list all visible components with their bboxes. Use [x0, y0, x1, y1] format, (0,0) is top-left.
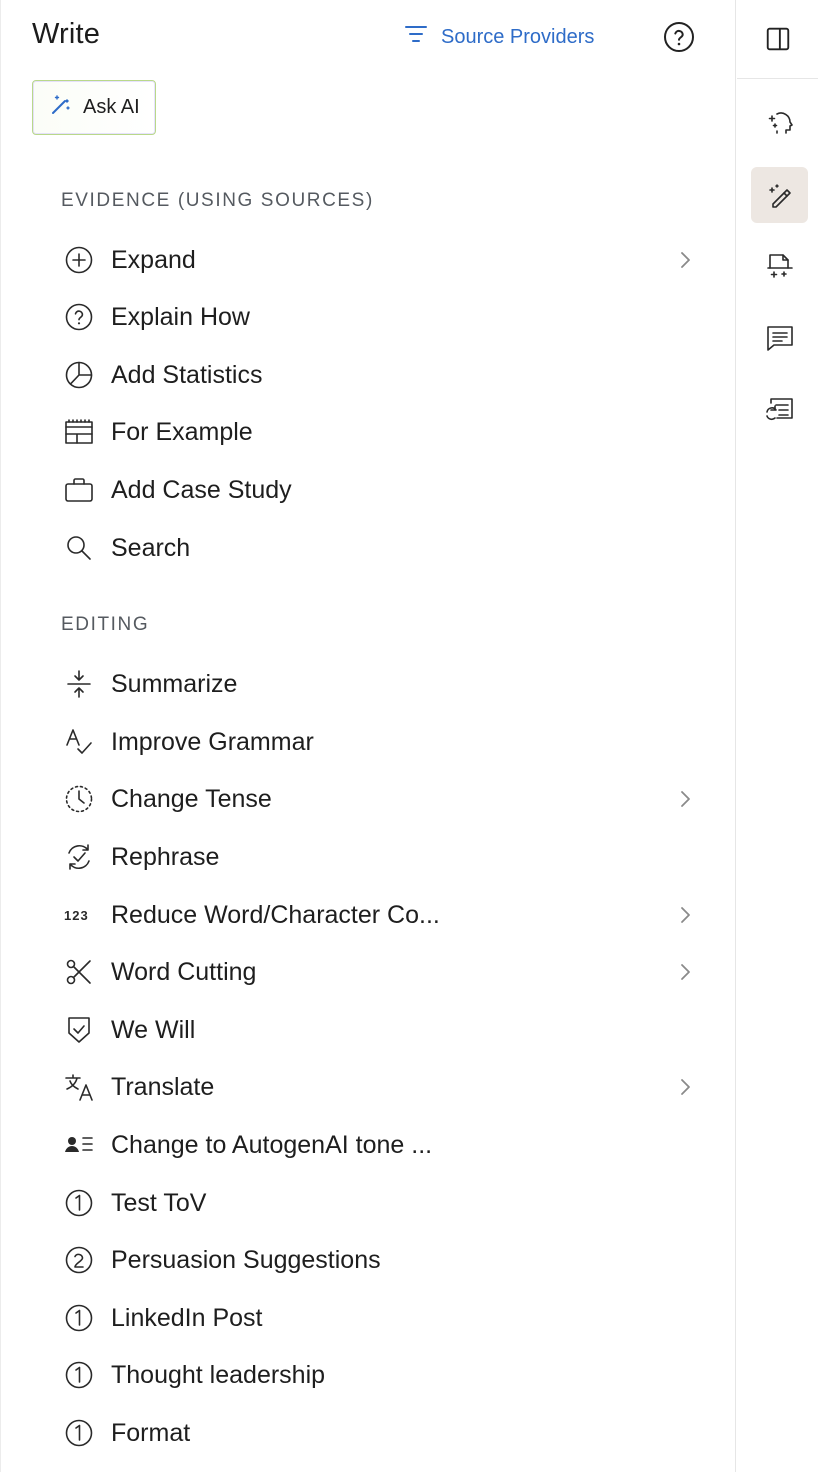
rephrase-icon [63, 841, 95, 873]
briefcase-icon [63, 474, 95, 506]
question-circle-icon [63, 301, 95, 333]
menu-item-for-example[interactable]: For Example [57, 407, 713, 457]
magic-pen-icon [768, 184, 791, 208]
toggle-sidebar-button[interactable] [737, 0, 818, 79]
menu-item-label: Rephrase [111, 842, 220, 871]
magic-wand-icon [49, 93, 73, 123]
panel-header: Write Source Providers [1, 0, 737, 76]
menu-item-add-case-study[interactable]: Add Case Study [57, 465, 713, 515]
pie-chart-icon [63, 359, 95, 391]
svg-text:123: 123 [64, 908, 89, 923]
number-1-circle-icon [63, 1187, 95, 1219]
menu-item-label: Expand [111, 245, 196, 274]
chevron-right-icon [673, 960, 697, 984]
numbers-icon: 123 [63, 899, 95, 931]
menu-item-label: Thought leadership [111, 1360, 326, 1389]
evidence-section-title: EVIDENCE (USING SOURCES) [61, 190, 374, 211]
menu-item-label: Test ToV [111, 1188, 207, 1217]
menu-item-change-tone[interactable]: Change to AutogenAI tone ... [57, 1120, 713, 1170]
number-1-circle-icon [63, 1302, 95, 1334]
source-providers-label: Source Providers [441, 25, 595, 48]
chevron-right-icon [673, 903, 697, 927]
menu-item-label: Explain How [111, 302, 250, 331]
editing-section-title: EDITING [61, 614, 150, 635]
scissors-icon [63, 956, 95, 988]
menu-item-add-statistics[interactable]: Add Statistics [57, 350, 713, 400]
menu-item-expand[interactable]: Expand [57, 235, 713, 285]
shield-check-icon [63, 1014, 95, 1046]
menu-item-search[interactable]: Search [57, 523, 713, 573]
rail-document-ai-button[interactable] [751, 238, 808, 294]
menu-item-thought-leadership[interactable]: Thought leadership [57, 1350, 713, 1400]
menu-item-label: LinkedIn Post [111, 1303, 263, 1332]
rail-ai-assistant-button[interactable] [751, 95, 808, 151]
menu-item-label: Word Cutting [111, 957, 257, 986]
help-button[interactable] [663, 21, 695, 53]
menu-item-label: Reduce Word/Character Co... [111, 900, 440, 929]
number-1-circle-icon [63, 1359, 95, 1391]
menu-item-label: Translate [111, 1072, 215, 1101]
menu-item-label: We Will [111, 1015, 196, 1044]
search-icon [63, 532, 95, 564]
menu-item-change-tense[interactable]: Change Tense [57, 774, 713, 824]
menu-item-label: Persuasion Suggestions [111, 1245, 381, 1274]
menu-item-linkedin-post[interactable]: LinkedIn Post [57, 1293, 713, 1343]
menu-item-format[interactable]: Format [57, 1408, 713, 1458]
menu-item-label: Summarize [111, 669, 238, 698]
menu-item-persuasion-suggestions[interactable]: Persuasion Suggestions [57, 1235, 713, 1285]
chevron-right-icon [673, 787, 697, 811]
compress-icon [63, 668, 95, 700]
menu-item-label: For Example [111, 417, 253, 446]
number-1-circle-icon [63, 1417, 95, 1449]
menu-item-label: Change Tense [111, 784, 272, 813]
chevron-right-icon [673, 248, 697, 272]
ask-ai-label: Ask AI [83, 96, 140, 118]
page-title: Write [32, 18, 101, 50]
rail-comments-button[interactable] [751, 310, 808, 366]
clock-icon [63, 783, 95, 815]
menu-item-label: Add Case Study [111, 475, 292, 504]
menu-item-rephrase[interactable]: Rephrase [57, 832, 713, 882]
menu-item-word-cutting[interactable]: Word Cutting [57, 947, 713, 997]
chevron-right-icon [673, 1075, 697, 1099]
checklist-icon [765, 398, 793, 421]
menu-item-improve-grammar[interactable]: Improve Grammar [57, 717, 713, 767]
write-panel: Write Source Providers Ask AI EVIDENCE (… [0, 0, 736, 1472]
menu-item-label: Change to AutogenAI tone ... [111, 1130, 433, 1159]
plus-circle-icon [63, 244, 95, 276]
comment-icon [766, 326, 793, 351]
menu-item-explain-how[interactable]: Explain How [57, 292, 713, 342]
menu-item-label: Add Statistics [111, 360, 263, 389]
layout-icon [63, 416, 95, 448]
number-2-circle-icon [63, 1244, 95, 1276]
right-rail [737, 0, 818, 1472]
document-sparkle-icon [766, 254, 793, 278]
ai-head-icon [768, 112, 793, 134]
sidebar-toggle-icon [766, 27, 789, 51]
menu-item-label: Format [111, 1418, 191, 1447]
rail-write-button[interactable] [751, 167, 808, 223]
user-list-icon [63, 1129, 95, 1161]
question-circle-icon [664, 22, 694, 52]
menu-item-we-will[interactable]: We Will [57, 1005, 713, 1055]
menu-item-translate[interactable]: Translate [57, 1062, 713, 1112]
menu-item-label: Improve Grammar [111, 727, 314, 756]
rail-checklist-button[interactable] [751, 382, 808, 438]
ask-ai-button[interactable]: Ask AI [32, 80, 156, 135]
filter-icon [403, 21, 429, 53]
menu-item-label: Search [111, 533, 191, 562]
menu-item-summarize[interactable]: Summarize [57, 659, 713, 709]
spellcheck-icon [63, 726, 95, 758]
source-providers-button[interactable]: Source Providers [403, 22, 594, 52]
translate-icon [63, 1071, 95, 1103]
menu-item-test-tov[interactable]: Test ToV [57, 1178, 713, 1228]
menu-item-reduce-word-count[interactable]: 123 Reduce Word/Character Co... [57, 890, 713, 940]
